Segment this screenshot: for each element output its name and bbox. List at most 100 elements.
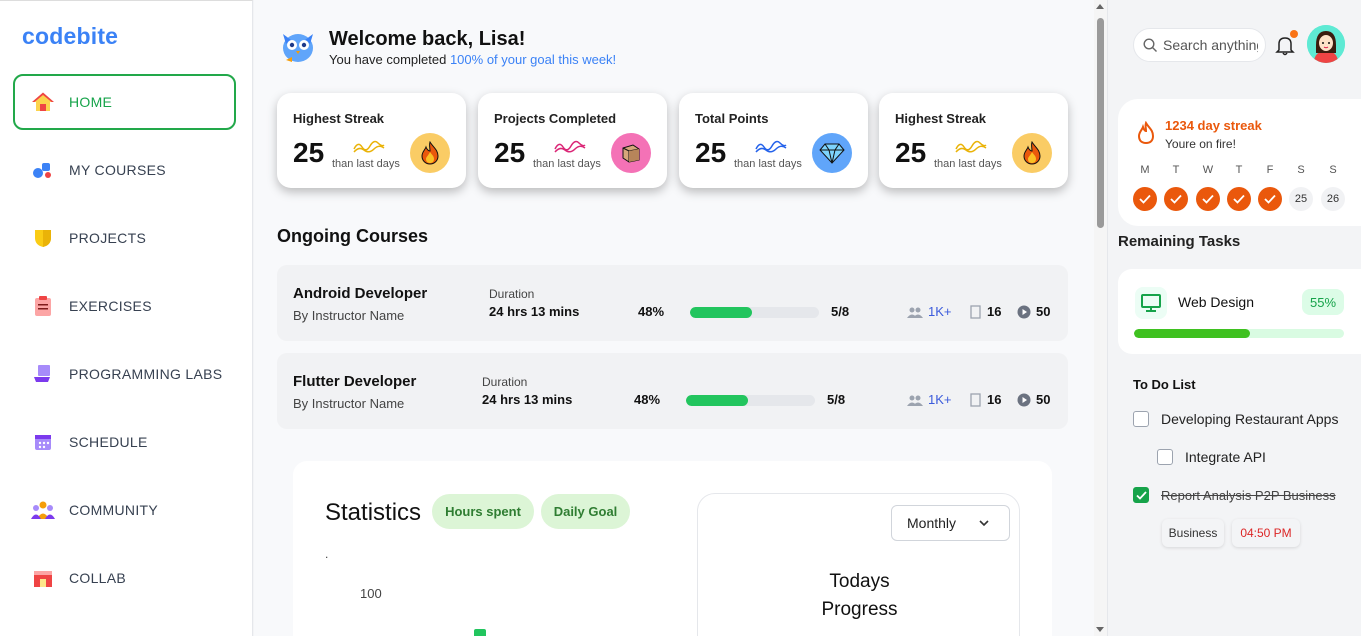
stat-sub: than last days	[332, 158, 400, 170]
task-progress-fill	[1134, 329, 1250, 338]
course-row-flutter[interactable]: Flutter Developer By Instructor Name Dur…	[277, 353, 1068, 429]
collab-icon	[31, 566, 55, 590]
sidebar-item-community[interactable]: COMMUNITY	[13, 482, 236, 538]
duration-value: 24 hrs 13 mins	[482, 392, 573, 407]
todays-progress-title: Todays Progress	[698, 568, 1021, 624]
check-icon	[1264, 194, 1276, 204]
todo-checkbox[interactable]	[1133, 411, 1149, 427]
logo[interactable]: codebite	[22, 23, 118, 50]
daily-goal-pill[interactable]: Daily Goal	[541, 494, 630, 529]
sidebar-item-projects[interactable]: PROJECTS	[13, 210, 236, 266]
day-label: M	[1140, 164, 1150, 176]
sidebar-item-my-courses[interactable]: MY COURSES	[13, 142, 236, 198]
trend-wave-icon	[554, 140, 586, 153]
box-icon	[611, 133, 651, 173]
scroll-up-arrow[interactable]	[1096, 4, 1104, 9]
welcome-subtitle: You have completed 100% of your goal thi…	[329, 52, 616, 67]
sidebar-item-label: MY COURSES	[69, 162, 166, 178]
stat-sub: than last days	[533, 158, 601, 170]
todo-checkbox[interactable]	[1157, 449, 1173, 465]
welcome-goal-link[interactable]: 100% of your goal this week!	[450, 52, 616, 67]
stat-card-highest-streak-2[interactable]: Highest Streak 25 than last days	[879, 93, 1068, 188]
course-percent: 48%	[638, 304, 665, 319]
duration-label: Duration	[482, 375, 528, 389]
stat-value: 25	[895, 137, 927, 168]
search-icon	[1143, 37, 1157, 52]
sidebar-item-label: COLLAB	[69, 570, 127, 586]
course-row-android[interactable]: Android Developer By Instructor Name Dur…	[277, 265, 1068, 341]
stat-card-highest-streak[interactable]: Highest Streak 25 than last days	[277, 93, 466, 188]
y-axis-tick: 100	[360, 586, 382, 601]
day-date: 25	[1289, 187, 1313, 211]
todo-checkbox[interactable]	[1133, 487, 1149, 503]
stat-card-projects-completed[interactable]: Projects Completed 25 than last days	[478, 93, 667, 188]
duration-label: Duration	[489, 287, 535, 301]
schedule-icon	[31, 430, 55, 454]
task-percent: 55%	[1302, 289, 1344, 315]
todo-item[interactable]: Report Analysis P2P Business	[1133, 487, 1336, 503]
course-fraction: 5/8	[831, 304, 850, 319]
videos-count: 50	[1036, 392, 1051, 407]
sidebar-item-label: EXERCISES	[69, 298, 152, 314]
sidebar-item-exercises[interactable]: EXERCISES	[13, 278, 236, 334]
sidebar-item-label: PROJECTS	[69, 230, 147, 246]
todo-item[interactable]: Integrate API	[1157, 449, 1266, 465]
sidebar-item-programming-labs[interactable]: PROGRAMMING LABS	[13, 346, 236, 402]
day-done-check	[1227, 187, 1251, 211]
todo-tag: Business	[1162, 519, 1224, 547]
ongoing-courses-title: Ongoing Courses	[277, 226, 429, 246]
flame-icon	[1137, 121, 1155, 145]
main-scrollbar[interactable]	[1094, 0, 1107, 636]
labs-icon	[31, 362, 55, 386]
welcome-title: Welcome back, Lisa!	[329, 28, 526, 50]
avatar[interactable]	[1307, 25, 1345, 63]
course-instructor: By Instructor Name	[293, 308, 405, 323]
chart-dot: .	[325, 547, 329, 561]
sidebar-item-label: SCHEDULE	[69, 434, 148, 450]
trend-wave-icon	[755, 140, 787, 153]
search-box[interactable]	[1133, 28, 1266, 62]
day-label: F	[1266, 164, 1274, 176]
day-done-check	[1258, 187, 1282, 211]
scroll-thumb[interactable]	[1097, 18, 1104, 228]
welcome-sub-prefix: You have completed	[329, 52, 450, 67]
task-card-web-design[interactable]: Web Design 55%	[1118, 269, 1361, 354]
course-lessons: 16	[970, 304, 1001, 319]
lessons-count: 16	[987, 304, 1002, 319]
stat-card-total-points[interactable]: Total Points 25 than last days	[679, 93, 868, 188]
stat-label: Highest Streak	[293, 111, 385, 126]
search-input[interactable]	[1163, 37, 1258, 53]
stat-value: 25	[293, 137, 325, 168]
course-fraction: 5/8	[827, 392, 846, 407]
course-progress-fill	[690, 307, 752, 318]
course-videos: 50	[1017, 392, 1050, 407]
todo-text: Report Analysis P2P Business	[1161, 487, 1336, 503]
sidebar-item-home[interactable]: HOME	[13, 74, 236, 130]
sidebar-item-collab[interactable]: COLLAB	[13, 550, 236, 606]
trend-wave-icon	[955, 140, 987, 153]
scroll-down-arrow[interactable]	[1096, 627, 1104, 632]
period-dropdown[interactable]: Monthly	[891, 505, 1010, 541]
sidebar-item-schedule[interactable]: SCHEDULE	[13, 414, 236, 470]
course-name: Android Developer	[293, 285, 428, 302]
users-icon	[907, 395, 923, 406]
students-count: 1K+	[928, 304, 952, 319]
remaining-tasks-title: Remaining Tasks	[1118, 233, 1241, 250]
todo-item[interactable]: Developing Restaurant Apps	[1133, 411, 1338, 427]
stat-label: Total Points	[695, 111, 769, 126]
document-icon	[970, 304, 981, 319]
course-progress-bar	[690, 307, 819, 318]
course-videos: 50	[1017, 304, 1050, 319]
course-percent: 48%	[634, 392, 661, 407]
sidebar-item-label: HOME	[69, 94, 113, 110]
hours-spent-pill[interactable]: Hours spent	[432, 494, 534, 529]
todo-list-title: To Do List	[1133, 377, 1196, 392]
videos-count: 50	[1036, 304, 1051, 319]
todo-time-tag: 04:50 PM	[1232, 519, 1300, 547]
check-icon	[1170, 194, 1182, 204]
students-count: 1K+	[928, 392, 952, 407]
exercises-icon	[31, 294, 55, 318]
day-label: S	[1329, 164, 1337, 176]
stat-label: Projects Completed	[494, 111, 617, 126]
projects-icon	[31, 226, 55, 250]
